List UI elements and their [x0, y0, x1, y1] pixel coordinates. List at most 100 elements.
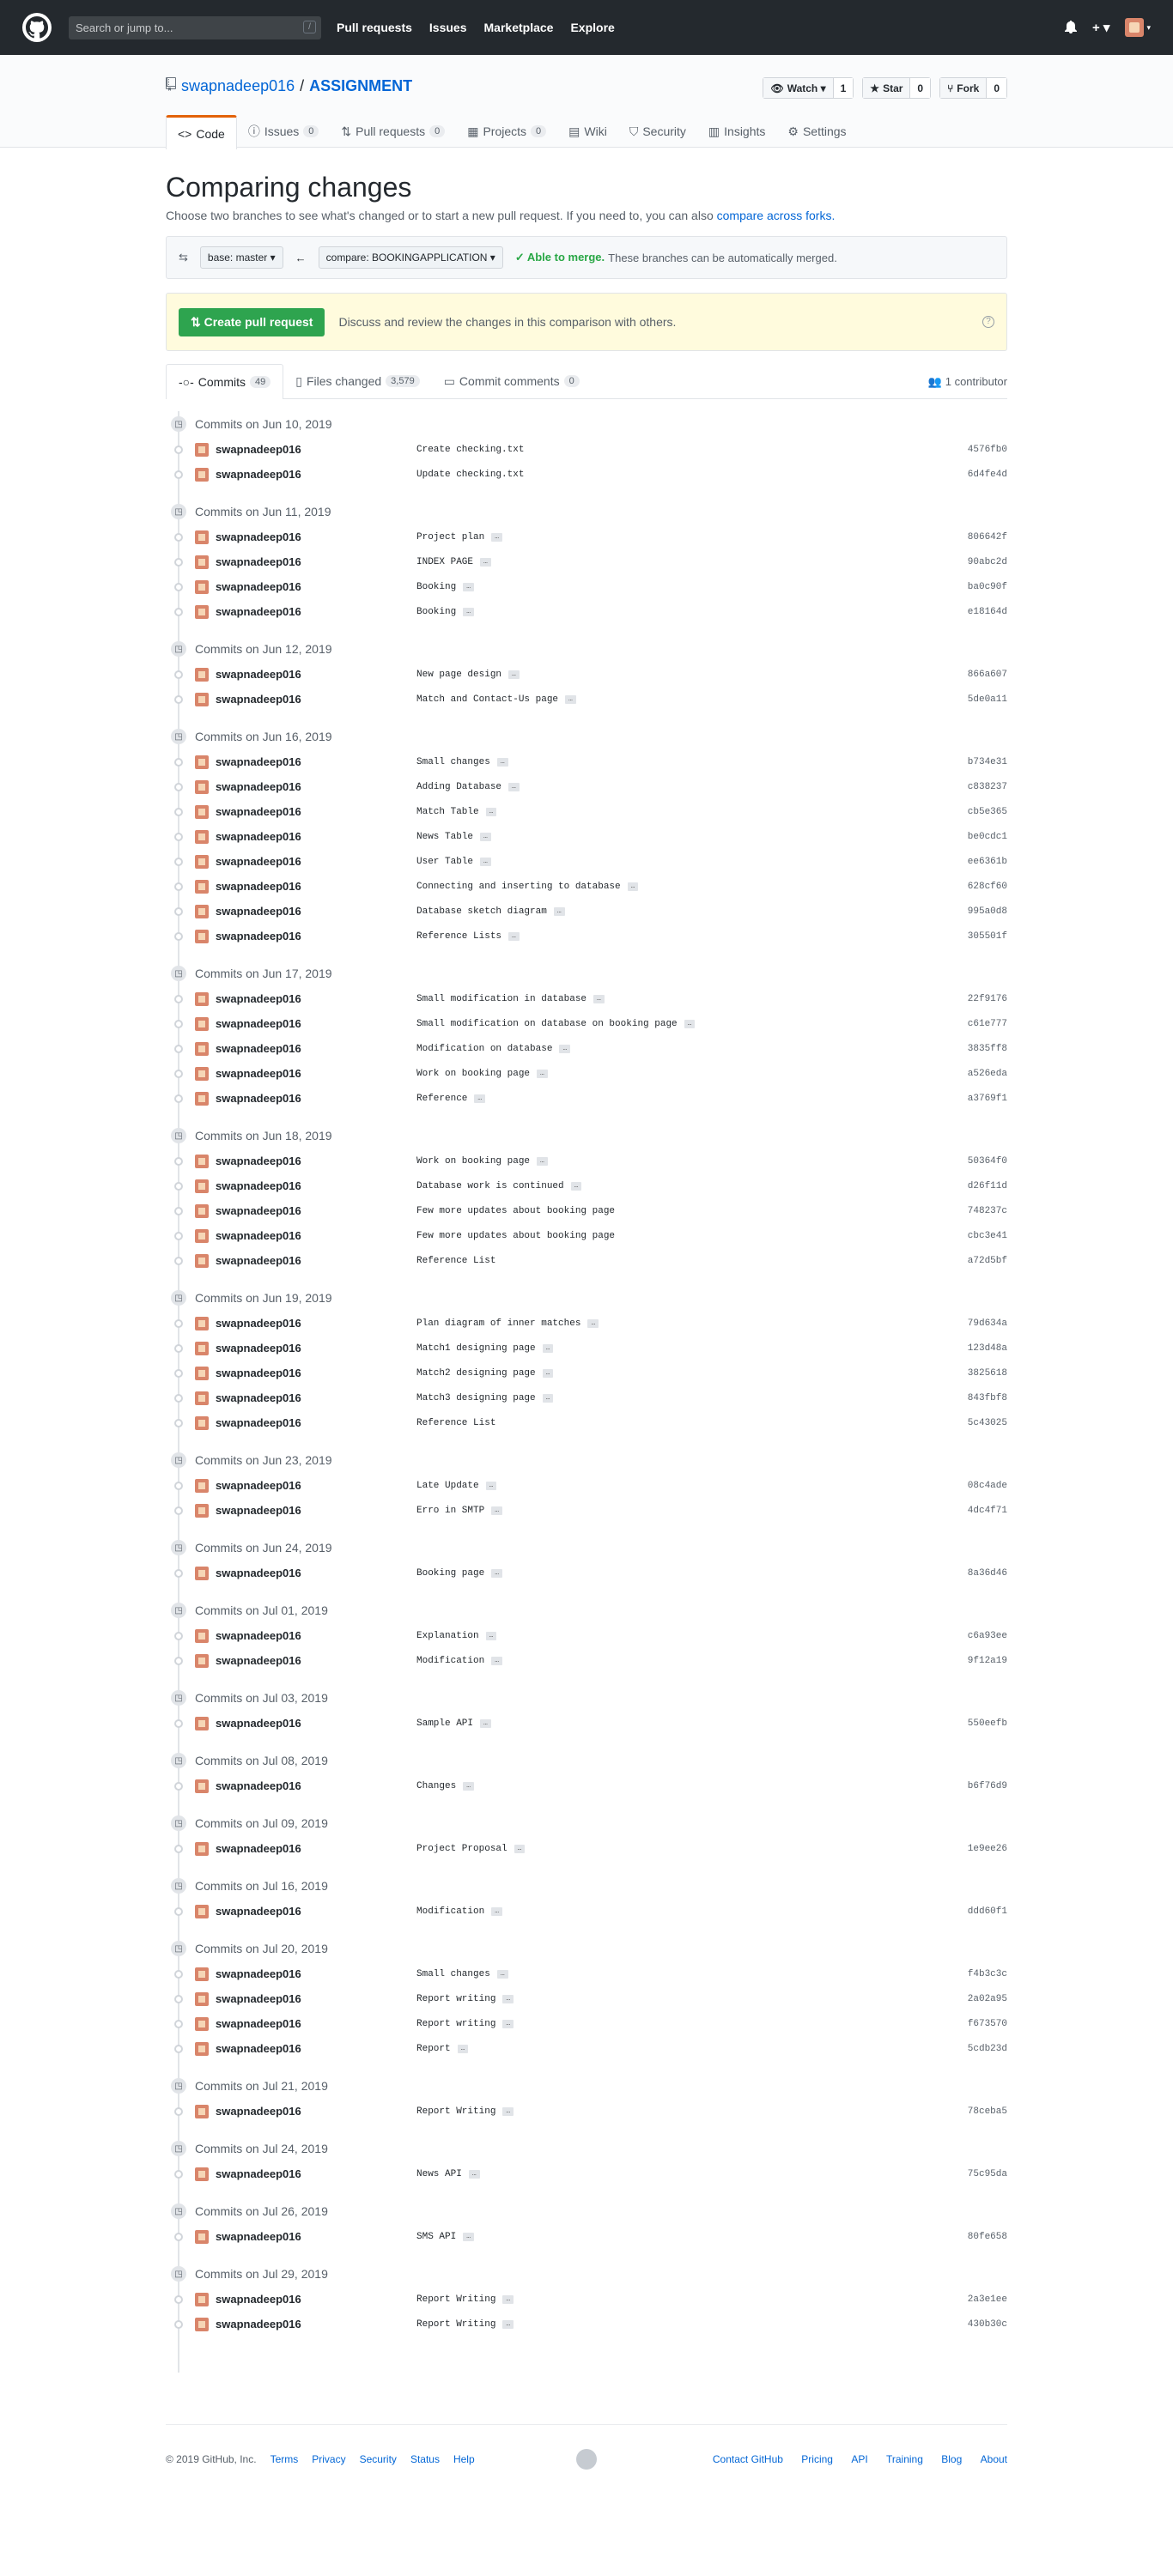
commit-author[interactable]: swapnadeep016 — [216, 443, 416, 456]
commit-sha[interactable]: 9f12a19 — [968, 1656, 1007, 1666]
commit-author[interactable]: swapnadeep016 — [216, 1067, 416, 1080]
expand-message-button[interactable]: … — [627, 882, 639, 891]
commit-message[interactable]: Match Table — [416, 807, 479, 817]
commit-message[interactable]: Match2 designing page — [416, 1368, 536, 1379]
commit-author[interactable]: swapnadeep016 — [216, 2318, 416, 2331]
commit-message[interactable]: Match1 designing page — [416, 1343, 536, 1354]
expand-message-button[interactable]: … — [480, 1718, 491, 1728]
tab-pull-requests[interactable]: ⇅ Pull requests 0 — [330, 115, 456, 148]
expand-message-button[interactable]: … — [485, 1481, 497, 1490]
commit-sha[interactable]: a3769f1 — [968, 1094, 1007, 1104]
author-avatar[interactable] — [195, 755, 209, 769]
commit-author[interactable]: swapnadeep016 — [216, 580, 416, 593]
author-avatar[interactable] — [195, 1016, 209, 1031]
author-avatar[interactable] — [195, 467, 209, 482]
commit-message[interactable]: Small modification in database — [416, 994, 586, 1004]
author-avatar[interactable] — [195, 442, 209, 457]
commit-sha[interactable]: 2a3e1ee — [968, 2294, 1007, 2305]
commit-sha[interactable]: 748237c — [968, 1206, 1007, 1216]
author-avatar[interactable] — [195, 1991, 209, 2006]
commit-author[interactable]: swapnadeep016 — [216, 1254, 416, 1267]
github-mark-icon[interactable] — [576, 2448, 597, 2470]
commit-sha[interactable]: 1e9ee26 — [968, 1844, 1007, 1854]
tab-wiki[interactable]: ▤ Wiki — [557, 115, 618, 148]
commit-message[interactable]: Small changes — [416, 757, 490, 767]
author-avatar[interactable] — [195, 1066, 209, 1081]
commit-message[interactable]: Create checking.txt — [416, 445, 524, 455]
commit-sha[interactable]: 78ceba5 — [968, 2106, 1007, 2117]
commit-sha[interactable]: d26f11d — [968, 1181, 1007, 1191]
author-avatar[interactable] — [195, 1316, 209, 1330]
commit-author[interactable]: swapnadeep016 — [216, 1155, 416, 1167]
commit-author[interactable]: swapnadeep016 — [216, 668, 416, 681]
author-avatar[interactable] — [195, 2104, 209, 2118]
expand-message-button[interactable]: … — [474, 1094, 486, 1103]
commit-sha[interactable]: 550eefb — [968, 1718, 1007, 1729]
author-avatar[interactable] — [195, 667, 209, 682]
commit-author[interactable]: swapnadeep016 — [216, 1416, 416, 1429]
author-avatar[interactable] — [195, 1253, 209, 1268]
bell-icon[interactable] — [1065, 20, 1077, 36]
commit-sha[interactable]: 843fbf8 — [968, 1393, 1007, 1403]
expand-message-button[interactable]: … — [457, 2044, 469, 2053]
commit-sha[interactable]: 4dc4f71 — [968, 1506, 1007, 1516]
commit-author[interactable]: swapnadeep016 — [216, 2230, 416, 2243]
expand-message-button[interactable]: … — [491, 1506, 503, 1515]
expand-message-button[interactable]: … — [463, 1781, 475, 1791]
expand-message-button[interactable]: … — [508, 670, 520, 679]
commit-author[interactable]: swapnadeep016 — [216, 2042, 416, 2055]
commit-message[interactable]: Update checking.txt — [416, 470, 524, 480]
commit-author[interactable]: swapnadeep016 — [216, 1229, 416, 1242]
nav-marketplace[interactable]: Marketplace — [484, 21, 554, 34]
author-avatar[interactable] — [195, 1628, 209, 1643]
tab-settings[interactable]: ⚙ Settings — [776, 115, 857, 148]
author-avatar[interactable] — [195, 2167, 209, 2181]
commit-message[interactable]: Explanation — [416, 1631, 479, 1641]
nav-explore[interactable]: Explore — [570, 21, 614, 34]
tab-files-changed[interactable]: ▯ Files changed 3,579 — [283, 364, 431, 398]
author-avatar[interactable] — [195, 1341, 209, 1355]
expand-message-button[interactable]: … — [468, 2169, 480, 2179]
expand-message-button[interactable]: … — [570, 1181, 582, 1191]
commit-message[interactable]: Match and Contact-Us page — [416, 694, 558, 705]
expand-message-button[interactable]: … — [496, 757, 508, 767]
tab-security[interactable]: ⛉ Security — [618, 115, 697, 148]
expand-message-button[interactable]: … — [514, 1844, 526, 1853]
compare-forks-link[interactable]: compare across forks. — [717, 209, 836, 222]
commit-author[interactable]: swapnadeep016 — [216, 2105, 416, 2118]
commit-author[interactable]: swapnadeep016 — [216, 1317, 416, 1330]
commit-author[interactable]: swapnadeep016 — [216, 1779, 416, 1792]
footer-link-pricing[interactable]: Pricing — [801, 2453, 833, 2465]
commit-message[interactable]: New page design — [416, 670, 501, 680]
commit-sha[interactable]: b6f76d9 — [968, 1781, 1007, 1791]
author-avatar[interactable] — [195, 804, 209, 819]
commit-message[interactable]: Changes — [416, 1781, 456, 1791]
commit-sha[interactable]: f4b3c3c — [968, 1969, 1007, 1979]
fork-button[interactable]: ⑂ Fork — [940, 78, 987, 98]
author-avatar[interactable] — [195, 904, 209, 918]
commit-author[interactable]: swapnadeep016 — [216, 1967, 416, 1980]
commit-message[interactable]: Reference List — [416, 1418, 495, 1428]
commit-message[interactable]: Modification — [416, 1656, 484, 1666]
commit-message[interactable]: News API — [416, 2169, 462, 2179]
tab-code[interactable]: <> Code — [166, 115, 237, 149]
commit-message[interactable]: Modification — [416, 1906, 484, 1917]
commit-message[interactable]: News Table — [416, 832, 473, 842]
commit-sha[interactable]: 50364f0 — [968, 1156, 1007, 1167]
plus-dropdown-icon[interactable]: + ▾ — [1092, 20, 1109, 35]
user-menu[interactable]: ▾ — [1125, 18, 1151, 37]
commit-sha[interactable]: 08c4ade — [968, 1481, 1007, 1491]
expand-message-button[interactable]: … — [502, 2106, 514, 2116]
author-avatar[interactable] — [195, 1391, 209, 1405]
author-avatar[interactable] — [195, 1091, 209, 1106]
commit-author[interactable]: swapnadeep016 — [216, 530, 416, 543]
commit-sha[interactable]: 806642f — [968, 532, 1007, 542]
tab-issues[interactable]: ⓘ Issues 0 — [237, 115, 331, 148]
commit-message[interactable]: Adding Database — [416, 782, 501, 792]
commit-message[interactable]: Modification on database — [416, 1044, 552, 1054]
expand-message-button[interactable]: … — [480, 832, 491, 841]
commit-sha[interactable]: 123d48a — [968, 1343, 1007, 1354]
repo-name-link[interactable]: ASSIGNMENT — [309, 77, 412, 95]
commit-message[interactable]: Report Writing — [416, 2319, 495, 2330]
star-count[interactable]: 0 — [909, 78, 931, 98]
